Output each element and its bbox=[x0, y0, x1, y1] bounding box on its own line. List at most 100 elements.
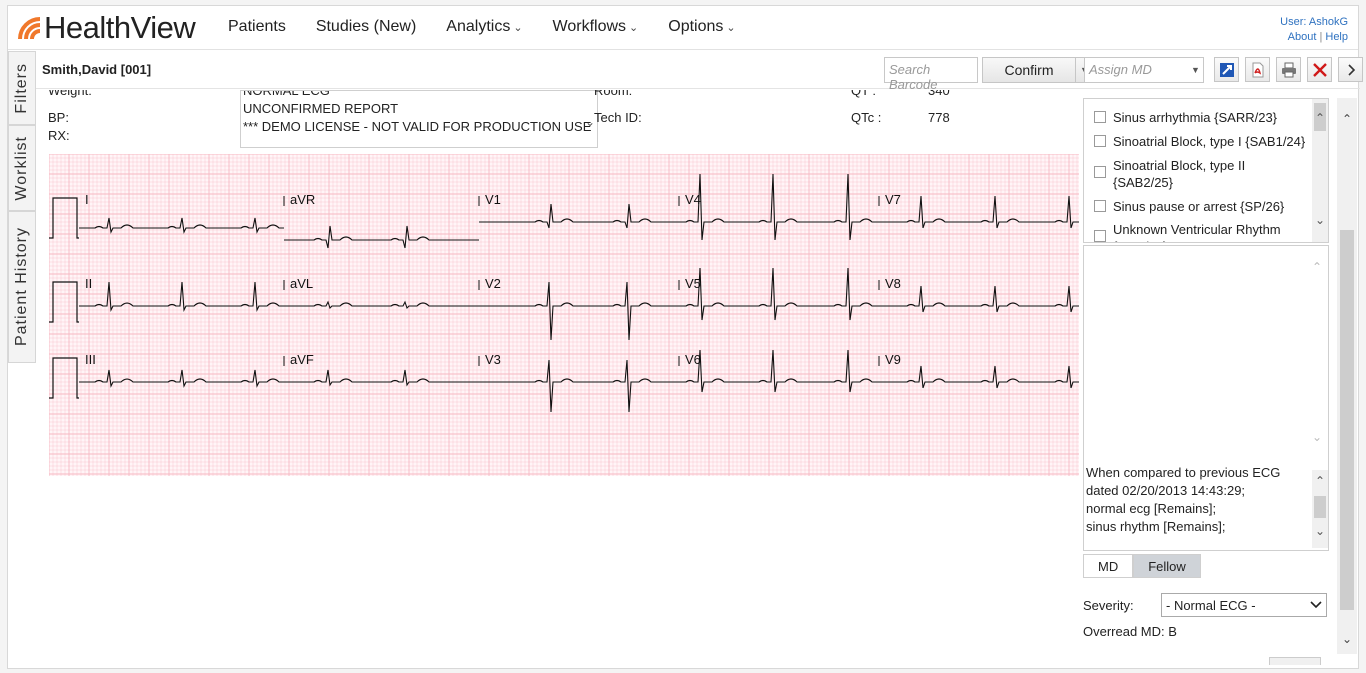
compare-icon bbox=[1219, 62, 1234, 77]
scrollbar-thumb[interactable] bbox=[1314, 496, 1326, 518]
nav-options[interactable]: Options ⌄ bbox=[668, 18, 735, 36]
app-window: HealthView Patients Studies (New) Analyt… bbox=[7, 5, 1363, 669]
confirm-button[interactable]: Confirm bbox=[982, 57, 1076, 83]
lead-label: V4 bbox=[685, 192, 701, 207]
patient-info: Weight: BP: RX: NORMAL ECG UNCONFIRMED R… bbox=[48, 90, 1078, 150]
nav-label: Analytics bbox=[446, 18, 511, 35]
notes-scrollbar[interactable]: ⌃ ⌄ bbox=[1312, 470, 1328, 548]
condition-list: Sinus arrhythmia {SARR/23} Sinoatrial Bl… bbox=[1083, 98, 1329, 243]
assign-md-dropdown-button[interactable]: ▼ bbox=[1188, 57, 1204, 83]
logo-icon bbox=[18, 17, 41, 40]
search-barcode-input[interactable]: Search Barcode bbox=[884, 57, 978, 92]
chevron-right-icon bbox=[1347, 63, 1355, 76]
tab-filters[interactable]: Filters bbox=[8, 51, 36, 125]
lead-label: V5 bbox=[685, 276, 701, 291]
condition-scrollbar[interactable]: ⌃ ⌄ bbox=[1312, 99, 1328, 242]
nav-label: Studies (New) bbox=[315, 18, 417, 35]
notes-line: sinus rhythm [Remains]; bbox=[1086, 519, 1226, 534]
qt-value: 340 bbox=[928, 90, 950, 98]
tab-fellow[interactable]: Fellow bbox=[1133, 554, 1201, 578]
overread-md: Overread MD: B bbox=[1083, 624, 1177, 639]
tab-patient-history[interactable]: Patient History bbox=[8, 211, 36, 363]
panel-scrollbar[interactable]: ⌃ ⌄ bbox=[1337, 98, 1357, 654]
logo-text: HealthView bbox=[44, 10, 196, 45]
report-line: NORMAL ECG bbox=[243, 90, 330, 98]
severity-select[interactable]: - Normal ECG - bbox=[1161, 593, 1327, 617]
scroll-down-icon[interactable]: ⌄ bbox=[1337, 632, 1357, 646]
scroll-down-icon[interactable]: ⌄ bbox=[1312, 430, 1322, 444]
checkbox[interactable] bbox=[1094, 166, 1106, 178]
scroll-down-icon[interactable]: ⌄ bbox=[1312, 213, 1328, 227]
lead-label: aVR bbox=[290, 192, 315, 207]
qtc-label: QTc : bbox=[851, 110, 882, 125]
nav-patients[interactable]: Patients bbox=[228, 18, 286, 36]
lead-label: aVF bbox=[290, 352, 314, 367]
user-box: User: AshokG About | Help bbox=[1280, 15, 1348, 45]
ecg-tracing[interactable]: IaVR V1 V4 V7 II aVL V2 V5 V8 III aVF V3 V6 V9 bbox=[49, 154, 1079, 476]
condition-label: Unknown Ventricular Rhythm {UVR/27} bbox=[1113, 222, 1281, 242]
condition-item[interactable]: Sinoatrial Block, type I {SAB1/24} bbox=[1094, 133, 1305, 150]
lead-label: aVL bbox=[290, 276, 313, 291]
tab-md[interactable]: MD bbox=[1083, 554, 1134, 578]
main-nav: Patients Studies (New) Analytics ⌄ Workfl… bbox=[228, 18, 766, 36]
toolbar: Smith,David [001] Search Barcode Confirm… bbox=[36, 51, 1363, 92]
tab-label: Worklist bbox=[13, 135, 30, 201]
condition-item[interactable]: Sinus pause or arrest {SP/26} bbox=[1094, 198, 1284, 215]
room-label: Room: bbox=[594, 90, 633, 98]
scroll-up-icon[interactable]: ⌃ bbox=[1312, 111, 1328, 125]
checkbox[interactable] bbox=[1094, 135, 1106, 147]
logo[interactable]: HealthView bbox=[16, 10, 196, 46]
close-study-button[interactable] bbox=[1307, 57, 1332, 82]
compare-button[interactable] bbox=[1214, 57, 1239, 82]
condition-item[interactable]: Sinoatrial Block, type II {SAB2/25} bbox=[1094, 157, 1306, 191]
qtc-value: 778 bbox=[928, 110, 950, 125]
scroll-up-icon[interactable]: ⌃ bbox=[1312, 474, 1328, 488]
checkbox[interactable] bbox=[1094, 230, 1106, 242]
lead-label: V3 bbox=[485, 352, 501, 367]
notes-line: When compared to previous ECG bbox=[1086, 465, 1281, 480]
condition-label: Sinus pause or arrest {SP/26} bbox=[1113, 199, 1285, 214]
lead-label: V9 bbox=[885, 352, 901, 367]
scroll-down-icon[interactable]: ⌄ bbox=[1312, 524, 1328, 538]
tab-worklist[interactable]: Worklist bbox=[8, 125, 36, 211]
nav-workflows[interactable]: Workflows ⌄ bbox=[553, 18, 639, 36]
lead-label: V1 bbox=[485, 192, 501, 207]
pdf-button[interactable] bbox=[1245, 57, 1270, 82]
condition-label: Sinoatrial Block, type II {SAB2/25} bbox=[1113, 158, 1246, 190]
tab-label: Patient History bbox=[13, 227, 30, 347]
scrollbar-thumb[interactable] bbox=[1340, 230, 1354, 610]
comparison-text: When compared to previous ECG dated 02/2… bbox=[1086, 464, 1312, 536]
chevron-down-icon: ▼ bbox=[1191, 65, 1200, 75]
header: HealthView Patients Studies (New) Analyt… bbox=[8, 6, 1358, 50]
report-textbox[interactable]: NORMAL ECG UNCONFIRMED REPORT *** DEMO L… bbox=[240, 90, 598, 148]
printer-icon bbox=[1281, 62, 1296, 77]
condition-item[interactable]: Unknown Ventricular Rhythm {UVR/27} bbox=[1094, 221, 1306, 242]
condition-item[interactable]: Sinus arrhythmia {SARR/23} bbox=[1094, 109, 1277, 126]
checkbox[interactable] bbox=[1094, 200, 1106, 212]
reader-tabs: MD Fellow bbox=[1083, 554, 1201, 578]
scroll-up-icon[interactable]: ⌃ bbox=[1337, 112, 1357, 126]
next-button[interactable] bbox=[1338, 57, 1363, 82]
checkbox[interactable] bbox=[1094, 111, 1106, 123]
partial-button[interactable] bbox=[1269, 657, 1321, 665]
notes-textbox[interactable]: ⌃ ⌄ When compared to previous ECG dated … bbox=[1083, 245, 1329, 551]
close-icon bbox=[1312, 62, 1327, 77]
tech-id-label: Tech ID: bbox=[594, 110, 642, 125]
chevron-down-icon: ⌄ bbox=[726, 21, 736, 34]
help-link[interactable]: Help bbox=[1325, 31, 1348, 43]
side-tabs: Filters Worklist Patient History bbox=[8, 51, 36, 363]
lead-label: V6 bbox=[685, 352, 701, 367]
lead-label: V2 bbox=[485, 276, 501, 291]
qt-label: QT : bbox=[851, 90, 877, 98]
scroll-up-icon[interactable]: ⌃ bbox=[1312, 260, 1322, 274]
nav-label: Options bbox=[668, 18, 724, 35]
user-name[interactable]: User: AshokG bbox=[1280, 15, 1348, 30]
nav-analytics[interactable]: Analytics ⌄ bbox=[446, 18, 522, 36]
print-button[interactable] bbox=[1276, 57, 1301, 82]
report-line: *** DEMO LICENSE - NOT VALID FOR PRODUCT… bbox=[243, 119, 592, 134]
about-link[interactable]: About bbox=[1288, 31, 1317, 43]
lead-label: V7 bbox=[885, 192, 901, 207]
nav-studies[interactable]: Studies (New) bbox=[316, 18, 416, 36]
assign-md-select[interactable]: Assign MD bbox=[1084, 57, 1190, 83]
ecg-background bbox=[49, 154, 1079, 476]
